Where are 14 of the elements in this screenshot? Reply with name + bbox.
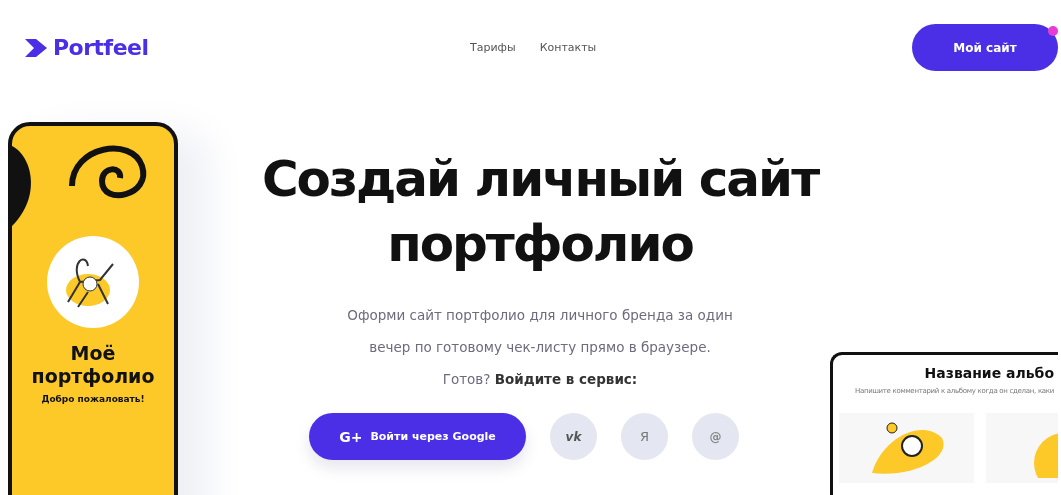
yandex-login-button[interactable]: Я <box>621 413 668 460</box>
my-site-button[interactable]: Мой сайт <box>912 24 1058 71</box>
sign-in-prompt: Готов? Войдите в сервис: <box>442 370 638 389</box>
logo-text: Portfeel <box>53 35 149 60</box>
vk-login-button[interactable]: vk <box>550 413 597 460</box>
hero-description: Оформи сайт портфолио для личного бренда за один вечер по готовому чек-листу прямо в браузере. <box>346 306 734 357</box>
phone-subtitle: Добро пожаловать! <box>41 393 145 404</box>
nav-link[interactable]: Тарифы <box>470 41 516 54</box>
nav-link[interactable]: Контакты <box>539 41 597 54</box>
google-sign-in-button[interactable]: G+ Войти через Google <box>309 413 526 460</box>
album-title: Название альбо <box>924 365 1054 381</box>
phone-title: Моё портфолио <box>30 342 156 388</box>
logo-chevron-icon <box>25 38 47 57</box>
hero-heading: Создай личный сайт портфолио <box>260 149 820 275</box>
